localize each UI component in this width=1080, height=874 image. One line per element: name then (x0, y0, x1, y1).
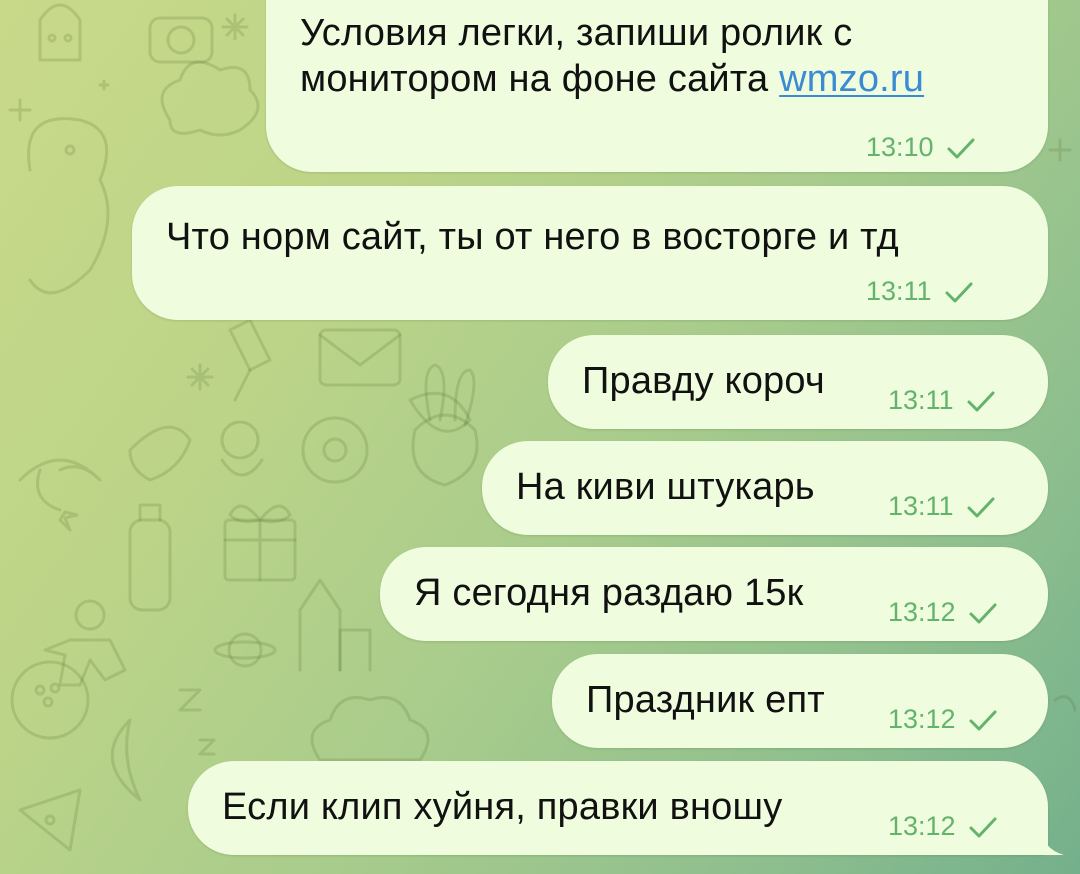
check-icon (969, 817, 997, 837)
message-text: Правду короч (582, 360, 825, 402)
check-icon (945, 282, 973, 302)
check-icon (967, 391, 995, 411)
check-icon (969, 710, 997, 730)
message-bubble[interactable]: На киви штукарь 13:11 (482, 441, 1048, 535)
message-meta: 13:12 (888, 811, 998, 842)
message-meta: 13:12 (888, 597, 998, 628)
message-meta: 13:11 (866, 276, 974, 307)
message-meta: 13:10 (866, 132, 976, 163)
message-meta: 13:11 (888, 491, 996, 522)
message-bubble[interactable]: Правду короч 13:11 (548, 335, 1048, 429)
message-text: Условия легки, запиши ролик с монитором … (300, 10, 924, 102)
message-text-line: монитором на фоне сайта (300, 58, 780, 100)
message-time: 13:11 (888, 385, 954, 415)
message-text: Что норм сайт, ты от него в восторге и т… (166, 216, 899, 258)
message-text: Праздник епт (586, 679, 825, 721)
message-time: 13:10 (866, 132, 934, 162)
message-bubble[interactable]: Я сегодня раздаю 15к 13:12 (380, 547, 1048, 641)
message-meta: 13:12 (888, 704, 998, 735)
check-icon (947, 138, 975, 158)
message-meta: 13:11 (888, 385, 996, 416)
check-icon (969, 603, 997, 623)
message-time: 13:12 (888, 704, 956, 734)
check-icon (967, 497, 995, 517)
message-bubble[interactable]: Условия легки, запиши ролик с монитором … (266, 0, 1048, 172)
message-bubble[interactable]: Если клип хуйня, правки вношу 13:12 (188, 761, 1048, 855)
message-time: 13:12 (888, 597, 956, 627)
message-text: На киви штукарь (516, 466, 815, 508)
message-time: 13:12 (888, 811, 956, 841)
message-link[interactable]: wmzo.ru (779, 58, 924, 100)
message-text: Я сегодня раздаю 15к (414, 572, 804, 614)
message-bubble[interactable]: Праздник епт 13:12 (552, 654, 1048, 748)
message-time: 13:11 (888, 491, 954, 521)
message-time: 13:11 (866, 276, 932, 306)
bubble-tail (1040, 825, 1064, 855)
message-bubble[interactable]: Что норм сайт, ты от него в восторге и т… (132, 186, 1048, 320)
message-text: Если клип хуйня, правки вношу (222, 786, 783, 828)
message-text-line: Условия легки, запиши ролик с (300, 12, 853, 54)
